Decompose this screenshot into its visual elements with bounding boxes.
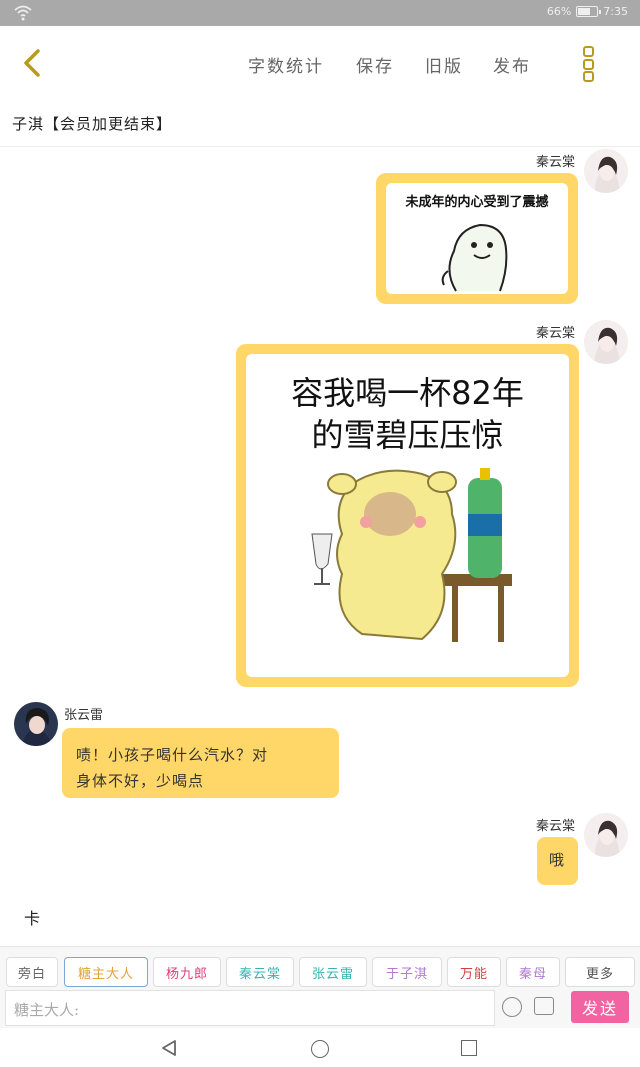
meme-caption-line-1: 容我喝一杯82年 <box>291 374 524 412</box>
word-count-button[interactable]: 字数统计 <box>248 52 324 77</box>
divider <box>0 146 640 147</box>
send-button[interactable]: 发送 <box>571 991 629 1023</box>
image-message-bubble[interactable]: 未成年的内心受到了震撼 <box>376 173 578 304</box>
image-message-bubble[interactable]: 容我喝一杯82年 的雪碧压压惊 <box>236 344 579 687</box>
image-icon[interactable] <box>534 997 554 1015</box>
role-button-author[interactable]: 糖主大人 <box>64 957 148 987</box>
status-bar: 66% 7:35 <box>0 0 640 26</box>
meme-caption: 未成年的内心受到了震撼 <box>405 195 549 210</box>
meme-caption-line-2: 的雪碧压压惊 <box>311 416 504 454</box>
sender-name: 秦云棠 <box>535 155 575 170</box>
role-selector-bar: 旁白 糖主大人 杨九郎 秦云棠 张云雷 于子淇 万能 秦母 更多 <box>0 946 640 990</box>
role-button-yu-ziqi[interactable]: 于子淇 <box>372 957 442 987</box>
meme-image <box>311 468 512 642</box>
meme-image <box>441 223 508 292</box>
wifi-icon <box>14 5 32 21</box>
nav-home-icon[interactable] <box>311 1040 329 1058</box>
old-version-button[interactable]: 旧版 <box>425 52 463 77</box>
input-bar: 糖主大人: 发送 <box>0 990 640 1028</box>
role-button-narrator[interactable]: 旁白 <box>6 957 58 987</box>
role-button-qin-yuntang[interactable]: 秦云棠 <box>226 957 294 987</box>
sender-name: 秦云棠 <box>535 819 575 834</box>
system-nav-bar <box>0 1028 640 1067</box>
avatar[interactable] <box>584 813 628 857</box>
battery-icon <box>576 6 602 17</box>
more-menu-icon[interactable] <box>581 46 595 82</box>
message-input[interactable]: 糖主大人: <box>5 990 495 1026</box>
text-message-bubble[interactable]: 啧！小孩子喝什么汽水？对 身体不好，少喝点 <box>62 728 339 798</box>
avatar[interactable] <box>14 702 58 746</box>
back-arrow-icon[interactable] <box>18 48 46 78</box>
save-button[interactable]: 保存 <box>356 52 394 77</box>
nav-back-icon[interactable] <box>160 1039 178 1057</box>
emoji-icon[interactable] <box>502 997 522 1017</box>
publish-button[interactable]: 发布 <box>493 52 531 77</box>
role-button-qin-mother[interactable]: 秦母 <box>506 957 560 987</box>
avatar[interactable] <box>584 149 628 193</box>
nav-recents-icon[interactable] <box>461 1040 477 1056</box>
top-toolbar: 字数统计 保存 旧版 发布 <box>0 26 640 100</box>
message-text-line-1: 啧！小孩子喝什么汽水？对 <box>76 746 269 764</box>
avatar[interactable] <box>584 320 628 364</box>
role-button-yang-jiulang[interactable]: 杨九郎 <box>153 957 221 987</box>
role-button-more[interactable]: 更多 <box>565 957 635 987</box>
role-button-universal[interactable]: 万能 <box>447 957 501 987</box>
document-title: 子淇【会员加更结束】 <box>12 115 173 133</box>
battery-percent: 66% <box>546 5 572 18</box>
message-text: 哦 <box>549 851 566 869</box>
sender-name: 秦云棠 <box>535 326 575 341</box>
draft-text: 卡 <box>24 909 41 928</box>
sender-name: 张云雷 <box>64 708 104 723</box>
text-message-bubble[interactable]: 哦 <box>537 837 578 885</box>
clock: 7:35 <box>603 5 628 18</box>
role-button-zhang-yunlei[interactable]: 张云雷 <box>299 957 367 987</box>
message-text-line-2: 身体不好，少喝点 <box>76 772 205 790</box>
